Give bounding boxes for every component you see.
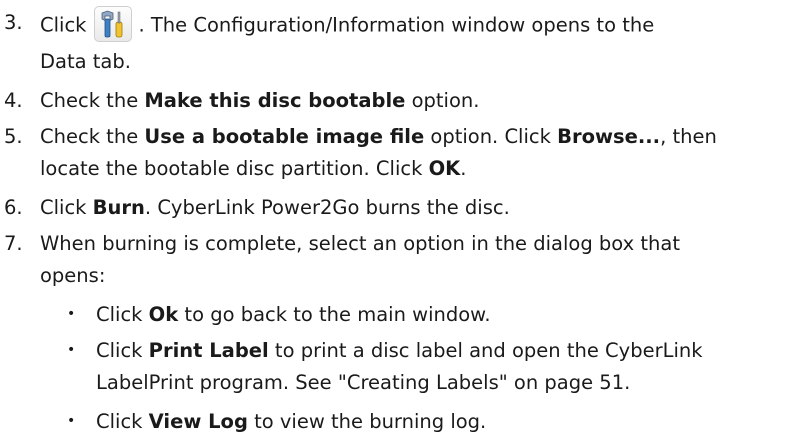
step-6: 6. Click Burn. CyberLink Power2Go burns … [0,193,804,223]
step-text: Click [40,13,87,37]
step-text: . CyberLink Power2Go burns the disc. [144,196,510,219]
step-text: . The Configuration/Information window o… [138,13,655,37]
button-name: Browse... [557,125,661,148]
bullet-symbol: • [67,306,76,322]
step-text: to print a disc label and open the Cyber… [268,339,703,362]
list-item-text: Click Print Label to print a disc label … [96,336,703,365]
step-text: , then [660,125,717,148]
step-4: 4. Check the Make this disc bootable opt… [0,86,804,116]
option-name: Use a bootable image file [144,125,425,148]
list-item-text: LabelPrint program. See "Creating Labels… [96,371,631,394]
step-3: 3. Click . The Configuration/Information… [0,4,804,74]
configuration-tools-icon [94,6,133,42]
step-text-line: Click Burn. CyberLink Power2Go burns the… [40,193,510,222]
document-page: 3. Click . The Configuration/Information… [0,0,804,438]
step-number: 7. [4,232,23,255]
step-5: 5. Check the Use a bootable image file o… [0,122,804,186]
button-name: Burn [92,196,145,219]
step-text: Check the [40,89,145,112]
step-text-line: Check the Use a bootable image file opti… [40,122,717,151]
step-number: 6. [4,196,23,219]
step-text: Click [96,410,149,433]
button-name: Ok [148,303,179,326]
list-item-text: Click View Log to view the burning log. [96,407,486,436]
list-item: • Click Print Label to print a disc labe… [0,336,804,400]
step-text: Click [96,303,149,326]
step-text: Click [96,339,149,362]
step-text-line: When burning is complete, select an opti… [40,232,680,255]
step-number: 3. [4,11,23,34]
step-text-line: Check the Make this disc bootable option… [40,86,479,115]
step-text: to view the burning log. [247,410,487,433]
button-name: Print Label [148,339,269,362]
button-name: OK [428,157,461,180]
step-text: option. Click [424,125,558,148]
step-text-line: opens: [40,264,106,287]
step-text-line: Click . The Configuration/Information wi… [40,6,655,44]
step-text: option. [405,89,480,112]
step-7: 7. When burning is complete, select an o… [0,229,804,293]
bullet-symbol: • [67,413,76,429]
step-text-line: Data tab. [40,50,131,73]
bullet-symbol: • [67,342,76,358]
option-name: Make this disc bootable [144,89,406,112]
step-number: 4. [4,89,23,112]
step-text: Check the [40,125,145,148]
step-text: . [460,157,467,180]
list-item: • Click Ok to go back to the main window… [0,300,804,330]
step-number: 5. [4,125,23,148]
list-item: • Click View Log to view the burning log… [0,407,804,437]
button-name: View Log [148,410,248,433]
step-text: locate the bootable disc partition. Clic… [40,157,429,180]
list-item-text: Click Ok to go back to the main window. [96,300,491,329]
step-text-line: locate the bootable disc partition. Clic… [40,154,466,183]
step-text: to go back to the main window. [178,303,491,326]
step-text: Click [40,196,93,219]
